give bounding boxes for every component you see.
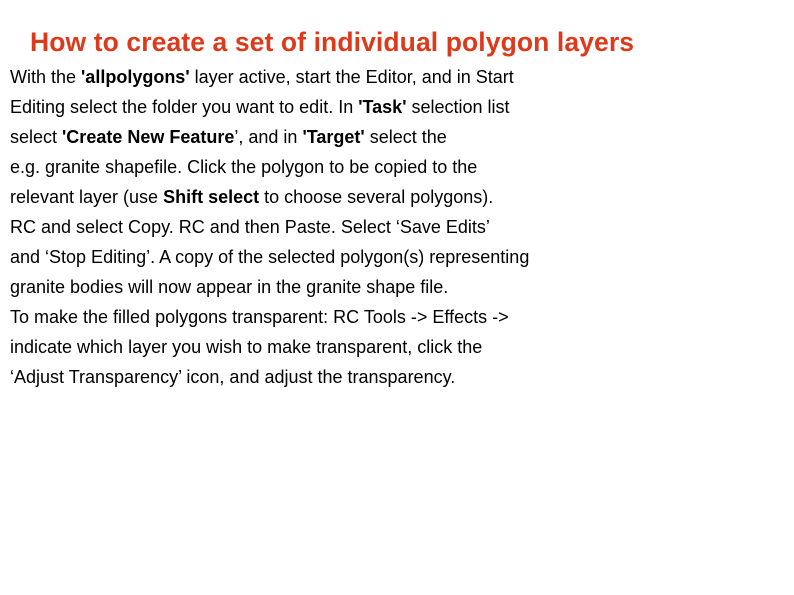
body-text-run: ‘Adjust Transparency’ icon, and adjust t… (10, 367, 456, 387)
body-text-run: select (10, 127, 63, 147)
body-text-run: RC and select Copy. RC and then Paste. S… (10, 217, 490, 237)
body-text-emphasis: 'Target' (302, 127, 365, 147)
body-line: Editing select the folder you want to ed… (10, 92, 780, 122)
body-line: indicate which layer you wish to make tr… (10, 332, 780, 362)
slide-canvas: How to create a set of individual polygo… (0, 0, 794, 595)
body-text-run: indicate which layer you wish to make tr… (10, 337, 483, 357)
body-line: RC and select Copy. RC and then Paste. S… (10, 212, 780, 242)
body-text-run: To make the filled polygons transparent:… (10, 307, 509, 327)
body-text-emphasis: Shift select (163, 187, 260, 207)
body-text-run: relevant layer (use (10, 187, 164, 207)
body-text-run: e.g. granite shapefile. Click the polygo… (10, 157, 478, 177)
body-text-emphasis: 'Create New Feature (62, 127, 235, 147)
body-text-run: selection list (406, 97, 510, 117)
body-line: ‘Adjust Transparency’ icon, and adjust t… (10, 362, 780, 392)
body-line: With the 'allpolygons' layer active, sta… (10, 62, 780, 92)
body-text-emphasis: 'allpolygons' (81, 67, 190, 87)
body-line: select 'Create New Feature’, and in 'Tar… (10, 122, 780, 152)
body-text-run: With the (10, 67, 82, 87)
body-text-run: to choose several polygons). (259, 187, 494, 207)
body-line: relevant layer (use Shift select to choo… (10, 182, 780, 212)
body-line: e.g. granite shapefile. Click the polygo… (10, 152, 780, 182)
body-line: To make the filled polygons transparent:… (10, 302, 780, 332)
body-text-run: layer active, start the Editor, and in S… (189, 67, 514, 87)
body-text-run: Editing select the folder you want to ed… (10, 97, 359, 117)
body-text-block: With the 'allpolygons' layer active, sta… (10, 62, 780, 392)
body-text-run: and ‘Stop Editing’. A copy of the select… (10, 247, 530, 267)
body-text-run: granite bodies will now appear in the gr… (10, 277, 449, 297)
body-line: and ‘Stop Editing’. A copy of the select… (10, 242, 780, 272)
body-text-run: select the (364, 127, 447, 147)
body-text-emphasis: 'Task' (358, 97, 407, 117)
body-line: granite bodies will now appear in the gr… (10, 272, 780, 302)
page-title: How to create a set of individual polygo… (30, 27, 635, 57)
body-text-run: ’, and in (234, 127, 303, 147)
